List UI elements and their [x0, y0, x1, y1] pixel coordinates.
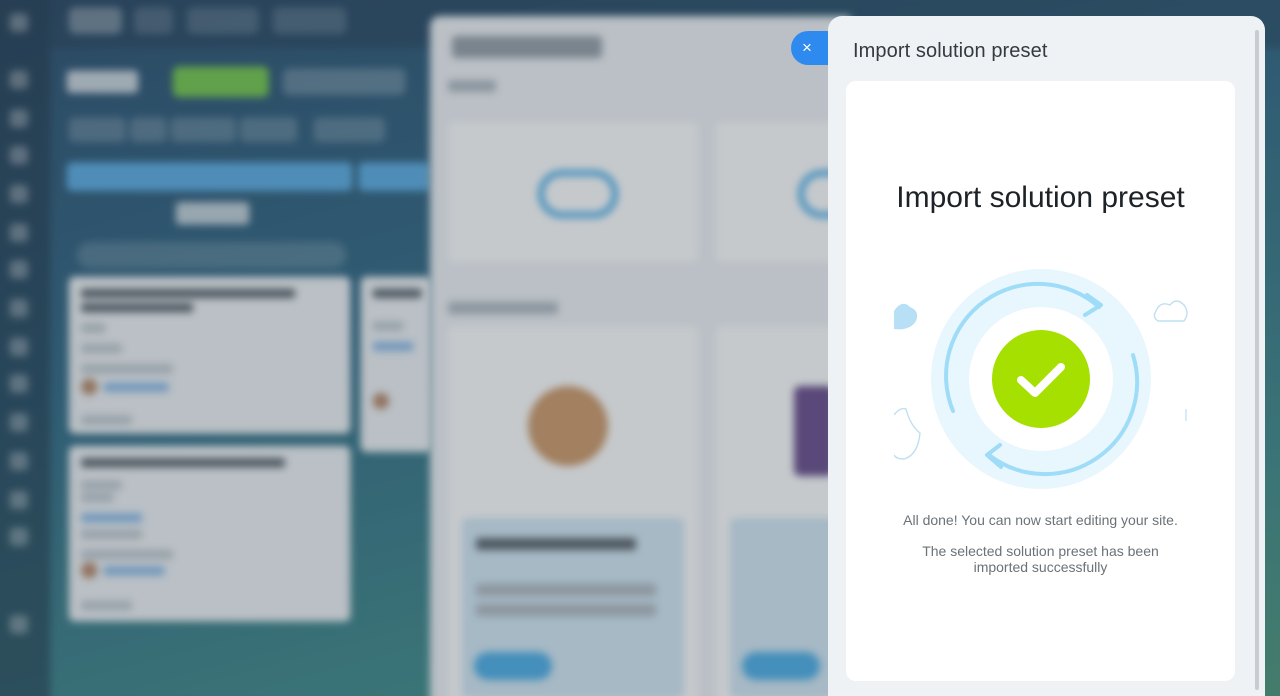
close-icon: × [802, 38, 812, 57]
cloud-icon [1153, 300, 1188, 322]
cloud-icon [894, 303, 918, 330]
result-headline: Import solution preset [896, 181, 1185, 214]
checkmark-circle-icon [992, 330, 1090, 428]
cloud-icon [894, 407, 921, 460]
done-message: All done! You can now start editing your… [903, 512, 1178, 528]
import-result-card: Import solution preset All done! You can… [846, 81, 1235, 681]
scrollbar[interactable] [1255, 30, 1259, 690]
import-preset-slider: Import solution preset Import solution p… [828, 16, 1265, 696]
success-message: The selected solution preset has been im… [922, 543, 1159, 575]
slider-title: Import solution preset [853, 40, 1048, 62]
success-illustration [894, 269, 1188, 489]
